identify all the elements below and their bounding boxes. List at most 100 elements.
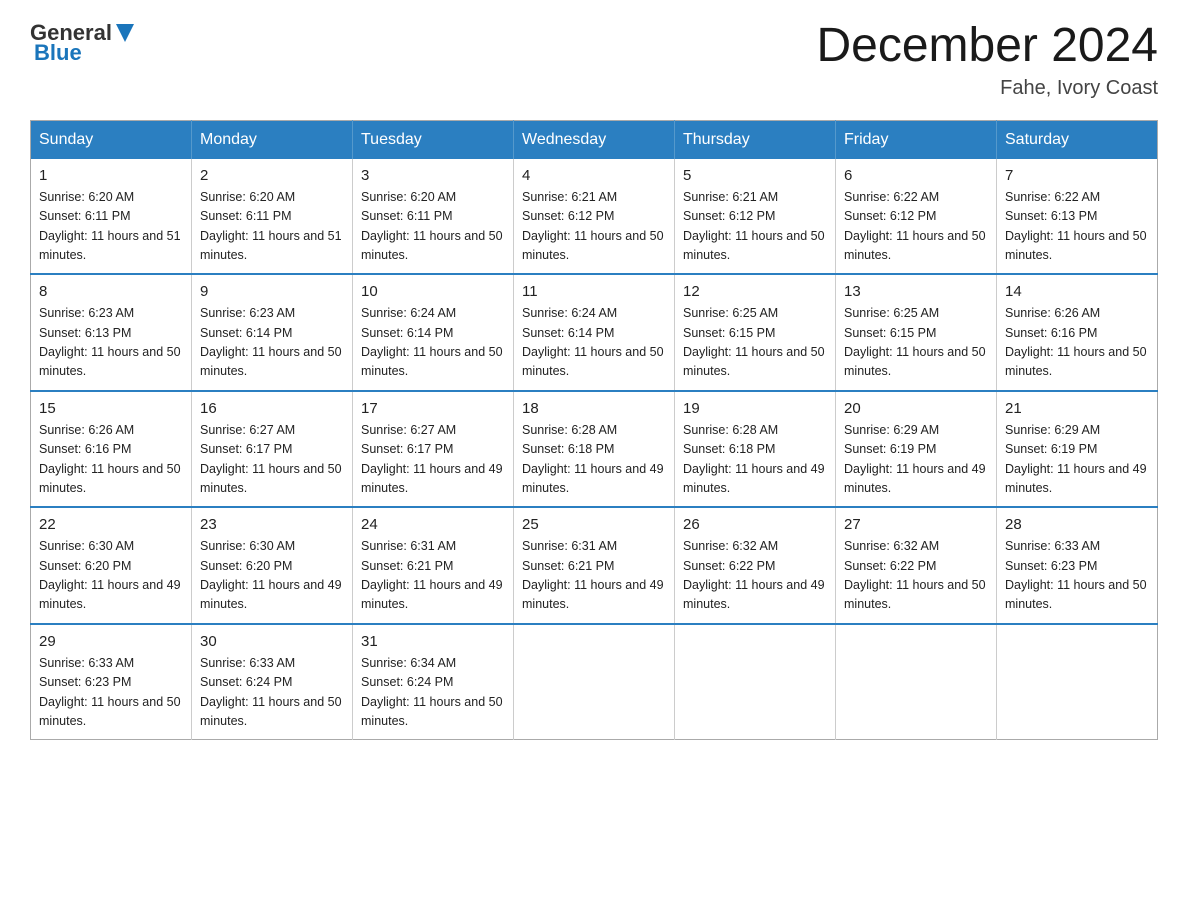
day-number: 22 xyxy=(39,516,183,533)
location-text: Fahe, Ivory Coast xyxy=(816,77,1158,100)
day-number: 3 xyxy=(361,167,505,184)
calendar-week-row: 8 Sunrise: 6:23 AM Sunset: 6:13 PM Dayli… xyxy=(31,274,1158,391)
col-wednesday: Wednesday xyxy=(514,120,675,159)
day-info: Sunrise: 6:20 AM Sunset: 6:11 PM Dayligh… xyxy=(200,188,344,266)
table-row: 8 Sunrise: 6:23 AM Sunset: 6:13 PM Dayli… xyxy=(31,274,192,391)
page-header: General Blue December 2024 Fahe, Ivory C… xyxy=(30,20,1158,100)
logo-blue-text: Blue xyxy=(34,40,82,66)
day-info: Sunrise: 6:29 AM Sunset: 6:19 PM Dayligh… xyxy=(844,421,988,499)
table-row: 26 Sunrise: 6:32 AM Sunset: 6:22 PM Dayl… xyxy=(675,507,836,624)
day-number: 20 xyxy=(844,400,988,417)
day-info: Sunrise: 6:34 AM Sunset: 6:24 PM Dayligh… xyxy=(361,654,505,732)
table-row: 25 Sunrise: 6:31 AM Sunset: 6:21 PM Dayl… xyxy=(514,507,675,624)
table-row xyxy=(836,624,997,740)
day-number: 6 xyxy=(844,167,988,184)
title-section: December 2024 Fahe, Ivory Coast xyxy=(816,20,1158,100)
day-info: Sunrise: 6:26 AM Sunset: 6:16 PM Dayligh… xyxy=(39,421,183,499)
col-sunday: Sunday xyxy=(31,120,192,159)
table-row: 4 Sunrise: 6:21 AM Sunset: 6:12 PM Dayli… xyxy=(514,159,675,275)
table-row xyxy=(675,624,836,740)
day-info: Sunrise: 6:23 AM Sunset: 6:13 PM Dayligh… xyxy=(39,304,183,382)
day-info: Sunrise: 6:30 AM Sunset: 6:20 PM Dayligh… xyxy=(39,537,183,615)
table-row: 27 Sunrise: 6:32 AM Sunset: 6:22 PM Dayl… xyxy=(836,507,997,624)
day-info: Sunrise: 6:27 AM Sunset: 6:17 PM Dayligh… xyxy=(361,421,505,499)
day-info: Sunrise: 6:32 AM Sunset: 6:22 PM Dayligh… xyxy=(844,537,988,615)
day-info: Sunrise: 6:21 AM Sunset: 6:12 PM Dayligh… xyxy=(522,188,666,266)
table-row: 28 Sunrise: 6:33 AM Sunset: 6:23 PM Dayl… xyxy=(997,507,1158,624)
calendar-week-row: 22 Sunrise: 6:30 AM Sunset: 6:20 PM Dayl… xyxy=(31,507,1158,624)
day-number: 1 xyxy=(39,167,183,184)
day-number: 7 xyxy=(1005,167,1149,184)
table-row: 18 Sunrise: 6:28 AM Sunset: 6:18 PM Dayl… xyxy=(514,391,675,508)
day-number: 26 xyxy=(683,516,827,533)
day-number: 17 xyxy=(361,400,505,417)
day-info: Sunrise: 6:31 AM Sunset: 6:21 PM Dayligh… xyxy=(361,537,505,615)
day-number: 16 xyxy=(200,400,344,417)
day-number: 8 xyxy=(39,283,183,300)
day-info: Sunrise: 6:26 AM Sunset: 6:16 PM Dayligh… xyxy=(1005,304,1149,382)
table-row: 15 Sunrise: 6:26 AM Sunset: 6:16 PM Dayl… xyxy=(31,391,192,508)
day-number: 2 xyxy=(200,167,344,184)
day-info: Sunrise: 6:33 AM Sunset: 6:24 PM Dayligh… xyxy=(200,654,344,732)
day-info: Sunrise: 6:20 AM Sunset: 6:11 PM Dayligh… xyxy=(361,188,505,266)
day-info: Sunrise: 6:31 AM Sunset: 6:21 PM Dayligh… xyxy=(522,537,666,615)
day-info: Sunrise: 6:33 AM Sunset: 6:23 PM Dayligh… xyxy=(1005,537,1149,615)
table-row: 31 Sunrise: 6:34 AM Sunset: 6:24 PM Dayl… xyxy=(353,624,514,740)
table-row: 7 Sunrise: 6:22 AM Sunset: 6:13 PM Dayli… xyxy=(997,159,1158,275)
day-number: 27 xyxy=(844,516,988,533)
table-row: 1 Sunrise: 6:20 AM Sunset: 6:11 PM Dayli… xyxy=(31,159,192,275)
day-info: Sunrise: 6:23 AM Sunset: 6:14 PM Dayligh… xyxy=(200,304,344,382)
day-info: Sunrise: 6:20 AM Sunset: 6:11 PM Dayligh… xyxy=(39,188,183,266)
table-row: 16 Sunrise: 6:27 AM Sunset: 6:17 PM Dayl… xyxy=(192,391,353,508)
calendar-week-row: 1 Sunrise: 6:20 AM Sunset: 6:11 PM Dayli… xyxy=(31,159,1158,275)
table-row: 13 Sunrise: 6:25 AM Sunset: 6:15 PM Dayl… xyxy=(836,274,997,391)
table-row: 17 Sunrise: 6:27 AM Sunset: 6:17 PM Dayl… xyxy=(353,391,514,508)
day-number: 21 xyxy=(1005,400,1149,417)
day-info: Sunrise: 6:32 AM Sunset: 6:22 PM Dayligh… xyxy=(683,537,827,615)
table-row: 5 Sunrise: 6:21 AM Sunset: 6:12 PM Dayli… xyxy=(675,159,836,275)
day-number: 11 xyxy=(522,283,666,300)
day-number: 30 xyxy=(200,633,344,650)
day-number: 14 xyxy=(1005,283,1149,300)
table-row: 24 Sunrise: 6:31 AM Sunset: 6:21 PM Dayl… xyxy=(353,507,514,624)
table-row: 23 Sunrise: 6:30 AM Sunset: 6:20 PM Dayl… xyxy=(192,507,353,624)
day-number: 5 xyxy=(683,167,827,184)
day-number: 4 xyxy=(522,167,666,184)
table-row: 19 Sunrise: 6:28 AM Sunset: 6:18 PM Dayl… xyxy=(675,391,836,508)
table-row xyxy=(997,624,1158,740)
day-number: 28 xyxy=(1005,516,1149,533)
month-title: December 2024 xyxy=(816,20,1158,73)
calendar-header-row: Sunday Monday Tuesday Wednesday Thursday… xyxy=(31,120,1158,159)
day-number: 18 xyxy=(522,400,666,417)
col-monday: Monday xyxy=(192,120,353,159)
col-thursday: Thursday xyxy=(675,120,836,159)
day-info: Sunrise: 6:24 AM Sunset: 6:14 PM Dayligh… xyxy=(361,304,505,382)
table-row: 21 Sunrise: 6:29 AM Sunset: 6:19 PM Dayl… xyxy=(997,391,1158,508)
logo: General Blue xyxy=(30,20,134,66)
day-info: Sunrise: 6:30 AM Sunset: 6:20 PM Dayligh… xyxy=(200,537,344,615)
table-row: 20 Sunrise: 6:29 AM Sunset: 6:19 PM Dayl… xyxy=(836,391,997,508)
day-number: 24 xyxy=(361,516,505,533)
day-number: 31 xyxy=(361,633,505,650)
day-info: Sunrise: 6:28 AM Sunset: 6:18 PM Dayligh… xyxy=(683,421,827,499)
col-friday: Friday xyxy=(836,120,997,159)
table-row: 11 Sunrise: 6:24 AM Sunset: 6:14 PM Dayl… xyxy=(514,274,675,391)
day-number: 12 xyxy=(683,283,827,300)
table-row: 2 Sunrise: 6:20 AM Sunset: 6:11 PM Dayli… xyxy=(192,159,353,275)
day-number: 9 xyxy=(200,283,344,300)
day-info: Sunrise: 6:29 AM Sunset: 6:19 PM Dayligh… xyxy=(1005,421,1149,499)
day-number: 10 xyxy=(361,283,505,300)
table-row: 3 Sunrise: 6:20 AM Sunset: 6:11 PM Dayli… xyxy=(353,159,514,275)
day-info: Sunrise: 6:27 AM Sunset: 6:17 PM Dayligh… xyxy=(200,421,344,499)
day-number: 13 xyxy=(844,283,988,300)
table-row: 29 Sunrise: 6:33 AM Sunset: 6:23 PM Dayl… xyxy=(31,624,192,740)
table-row: 14 Sunrise: 6:26 AM Sunset: 6:16 PM Dayl… xyxy=(997,274,1158,391)
day-info: Sunrise: 6:22 AM Sunset: 6:13 PM Dayligh… xyxy=(1005,188,1149,266)
calendar-week-row: 29 Sunrise: 6:33 AM Sunset: 6:23 PM Dayl… xyxy=(31,624,1158,740)
col-tuesday: Tuesday xyxy=(353,120,514,159)
day-info: Sunrise: 6:22 AM Sunset: 6:12 PM Dayligh… xyxy=(844,188,988,266)
day-number: 29 xyxy=(39,633,183,650)
table-row: 22 Sunrise: 6:30 AM Sunset: 6:20 PM Dayl… xyxy=(31,507,192,624)
day-info: Sunrise: 6:21 AM Sunset: 6:12 PM Dayligh… xyxy=(683,188,827,266)
table-row: 10 Sunrise: 6:24 AM Sunset: 6:14 PM Dayl… xyxy=(353,274,514,391)
